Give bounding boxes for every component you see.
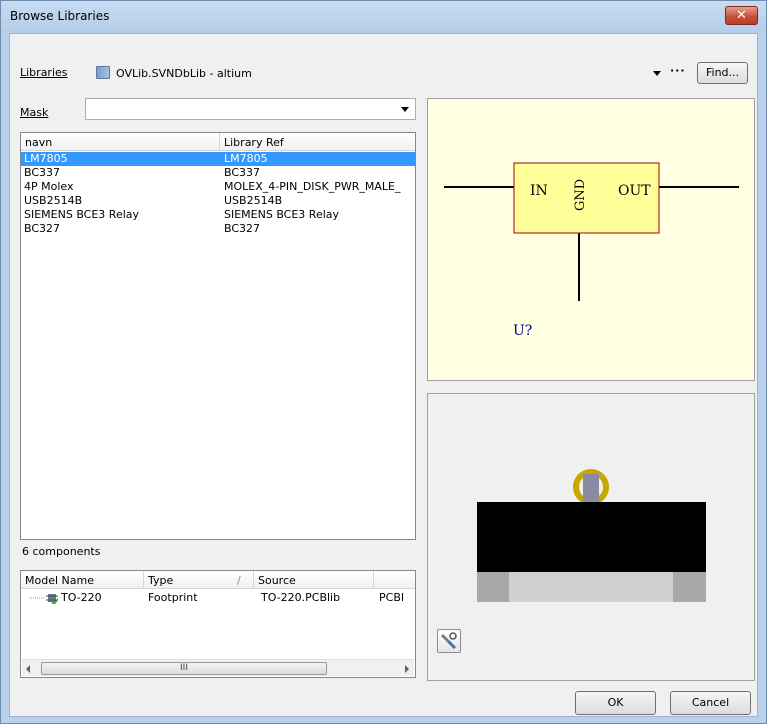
close-icon: ✕	[736, 8, 747, 23]
mask-label-text: Mask	[20, 106, 49, 119]
libraries-combo[interactable]: OVLib.SVNDbLib - altium	[87, 60, 670, 84]
pin-in-label: IN	[530, 183, 548, 199]
column-header-model-name[interactable]: Model Name	[25, 574, 94, 587]
cell-navn: LM7805	[24, 152, 68, 165]
scroll-grip-icon: III	[180, 663, 188, 673]
cell-library-ref: USB2514B	[224, 194, 283, 207]
libraries-combo-value: OVLib.SVNDbLib - altium	[116, 67, 252, 80]
scroll-right-icon[interactable]	[405, 665, 409, 673]
hammer-wrench-icon	[441, 632, 457, 650]
ok-button[interactable]: OK	[575, 691, 656, 715]
table-row[interactable]: BC327 BC327	[21, 222, 415, 236]
cell-library-ref: LM7805	[224, 152, 268, 165]
tree-line-icon	[29, 597, 45, 599]
models-grid: Model Name Type / Source TO-220 Footprin…	[20, 570, 416, 678]
cell-navn: USB2514B	[24, 194, 83, 207]
close-button[interactable]: ✕	[725, 6, 758, 25]
mask-chevron-down-icon[interactable]	[401, 107, 409, 112]
cell-navn: SIEMENS BCE3 Relay	[24, 208, 140, 221]
sort-indicator-icon: /	[237, 574, 241, 587]
symbol-preview: IN OUT GND U?	[427, 98, 755, 381]
table-row[interactable]: USB2514B USB2514B	[21, 194, 415, 208]
horizontal-scrollbar[interactable]: III	[22, 659, 414, 676]
table-row[interactable]: BC337 BC337	[21, 166, 415, 180]
mask-input[interactable]	[85, 98, 416, 120]
designator-label: U?	[513, 323, 532, 339]
table-row[interactable]: SIEMENS BCE3 Relay SIEMENS BCE3 Relay	[21, 208, 415, 222]
column-separator[interactable]	[219, 133, 220, 151]
browse-libraries-dialog: Browse Libraries ✕ Libraries OVLib.SVNDb…	[0, 0, 767, 724]
package-body	[477, 502, 706, 572]
footprint-graphic	[477, 469, 706, 602]
column-header-navn[interactable]: navn	[25, 136, 52, 149]
cell-type: Footprint	[148, 591, 198, 604]
libraries-more-button[interactable]: ···	[670, 64, 686, 77]
tab-middle	[509, 572, 673, 602]
table-row[interactable]: 4P Molex MOLEX_4-PIN_DISK_PWR_MALE_	[21, 180, 415, 194]
footprint-icon	[46, 594, 58, 604]
models-grid-header: Model Name Type / Source	[21, 571, 415, 589]
scroll-left-icon[interactable]	[26, 665, 30, 673]
column-separator[interactable]	[143, 571, 144, 589]
footprint-preview	[427, 393, 755, 681]
component-count: 6 components	[22, 545, 101, 558]
cell-library-ref: SIEMENS BCE3 Relay	[224, 208, 340, 221]
scroll-thumb[interactable]: III	[41, 662, 327, 675]
cell-model-name: TO-220	[61, 591, 102, 604]
cell-navn: BC327	[24, 222, 61, 235]
table-row[interactable]: LM7805 LM7805	[21, 152, 415, 166]
schematic-symbol: IN OUT GND U?	[444, 162, 739, 339]
components-grid: navn Library Ref LM7805 LM7805 BC337 BC3…	[20, 132, 416, 540]
mask-label: Mask	[20, 106, 48, 119]
tab-left	[477, 572, 509, 602]
library-icon	[96, 66, 110, 79]
column-header-type[interactable]: Type	[148, 574, 173, 587]
window-title: Browse Libraries	[10, 9, 110, 23]
libraries-label-text: Libraries	[20, 66, 68, 79]
cell-source-extra: PCBI	[379, 591, 405, 604]
chevron-down-icon[interactable]	[653, 71, 661, 76]
column-header-library-ref[interactable]: Library Ref	[224, 136, 284, 149]
cell-library-ref: BC337	[224, 166, 261, 179]
pin-out-label: OUT	[618, 183, 651, 199]
cell-library-ref: BC327	[224, 222, 261, 235]
pin-gnd-label: GND	[573, 179, 588, 211]
cell-navn: BC337	[24, 166, 61, 179]
components-grid-header: navn Library Ref	[21, 133, 415, 151]
find-button[interactable]: Find...	[697, 62, 748, 84]
table-row[interactable]: TO-220 Footprint TO-220.PCBlib PCBI	[21, 590, 415, 606]
dialog-client: Libraries OVLib.SVNDbLib - altium ··· Fi…	[9, 33, 758, 717]
column-header-source[interactable]: Source	[258, 574, 296, 587]
libraries-label: Libraries	[20, 66, 68, 79]
cell-library-ref: MOLEX_4-PIN_DISK_PWR_MALE_	[224, 180, 401, 193]
footprint-tool-button[interactable]	[437, 629, 461, 653]
cell-source: TO-220.PCBlib	[261, 591, 341, 604]
column-separator[interactable]	[373, 571, 374, 589]
tab-right	[673, 572, 706, 602]
cancel-button[interactable]: Cancel	[670, 691, 751, 715]
cell-navn: 4P Molex	[24, 180, 74, 193]
title-bar[interactable]: Browse Libraries ✕	[1, 1, 766, 33]
column-separator[interactable]	[253, 571, 254, 589]
